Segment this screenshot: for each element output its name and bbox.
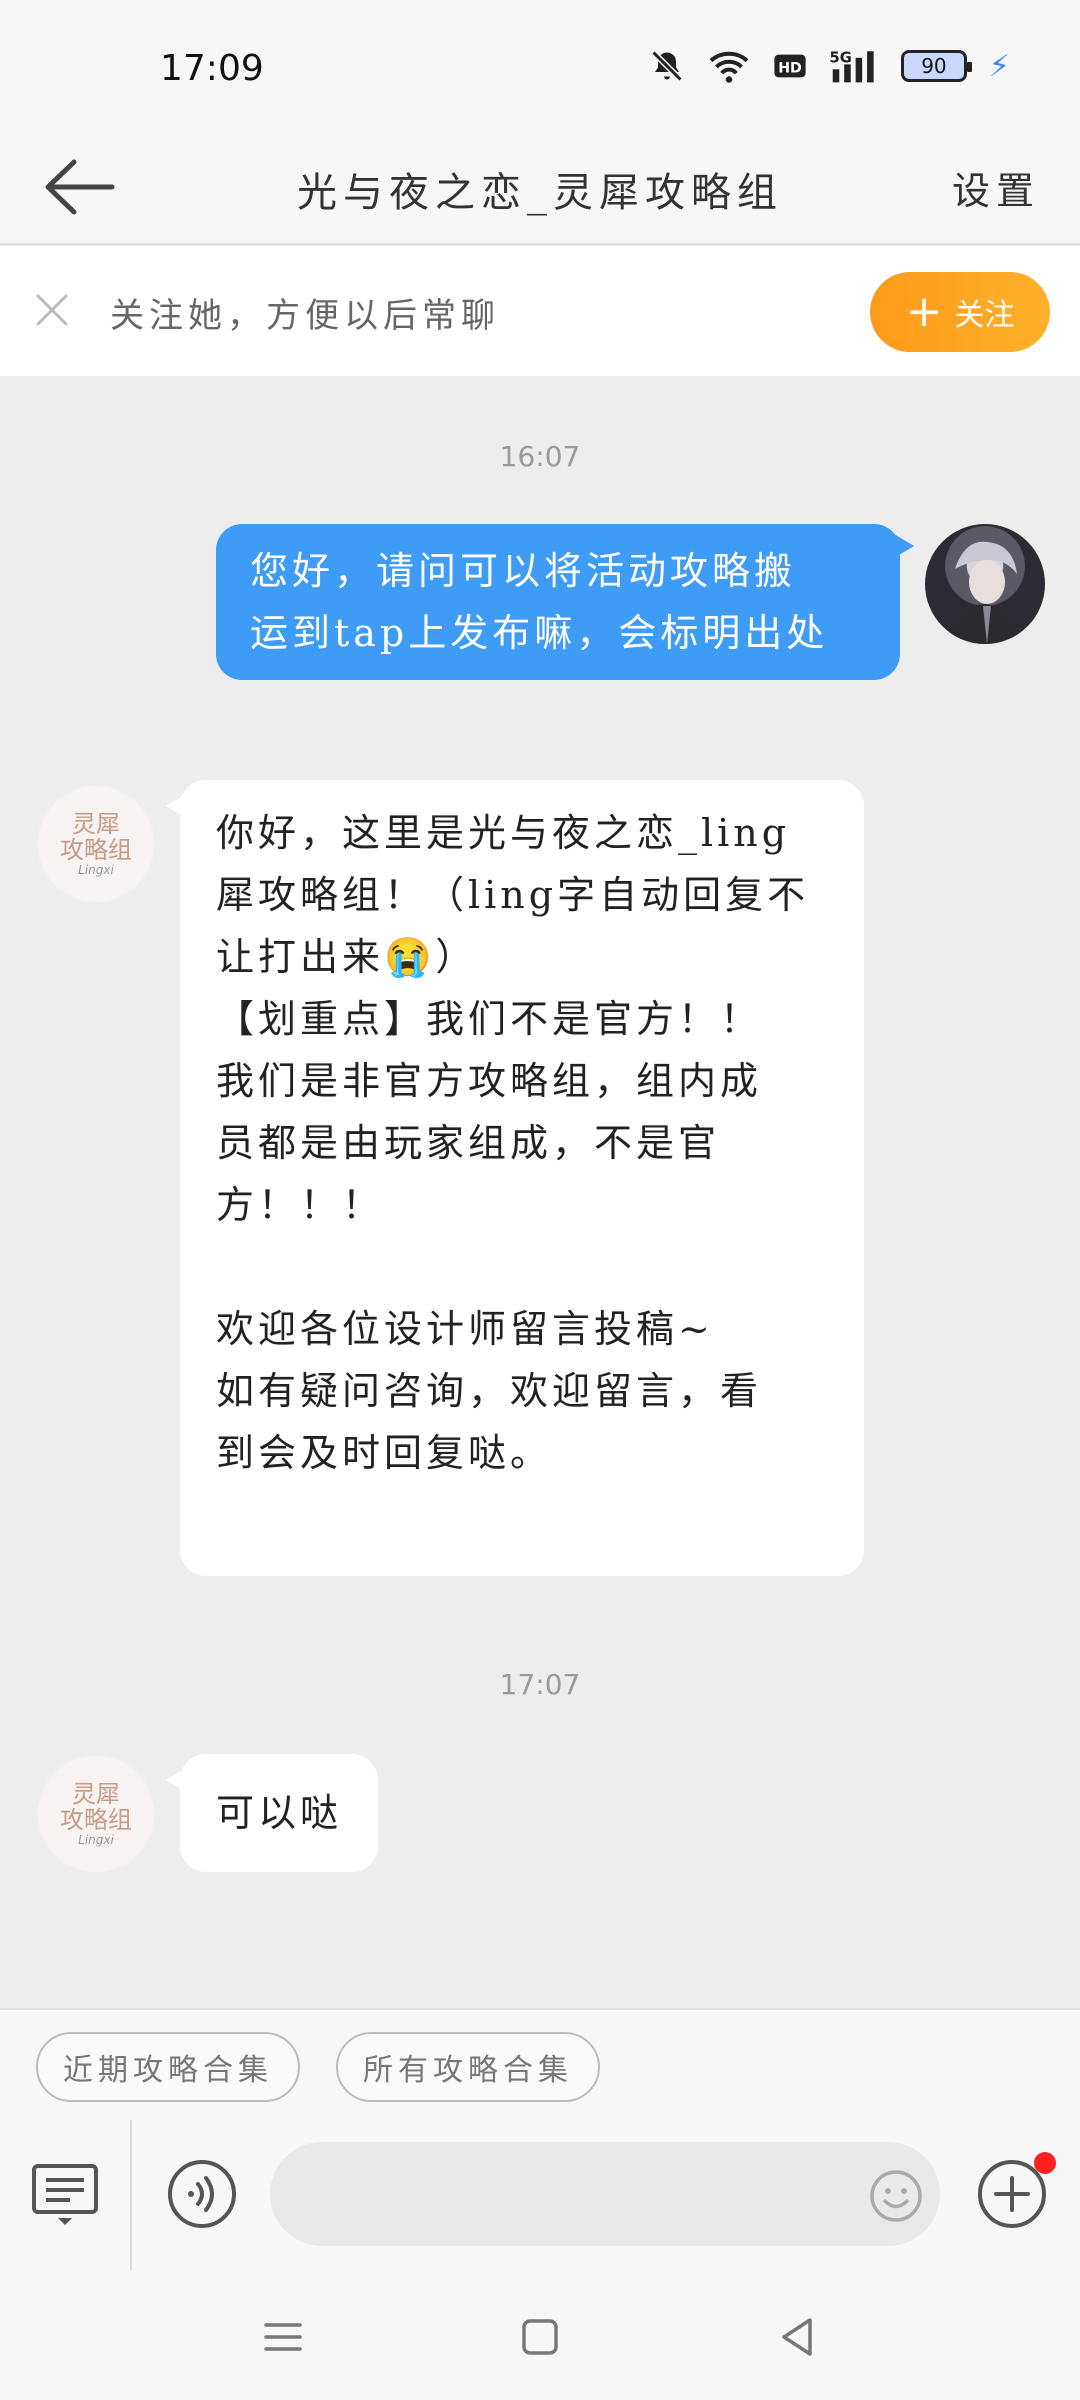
notification-dot bbox=[1034, 2152, 1056, 2174]
timestamp: 16:07 bbox=[499, 440, 581, 473]
voice-icon[interactable] bbox=[166, 2158, 238, 2230]
wifi-icon bbox=[709, 51, 749, 83]
close-icon[interactable] bbox=[32, 290, 72, 330]
menu-keyboard-icon[interactable] bbox=[30, 2160, 100, 2230]
group-avatar-line1: 灵犀 bbox=[72, 809, 120, 838]
quick-reply-recent[interactable]: 近期攻略合集 bbox=[36, 2032, 300, 2102]
svg-text:HD: HD bbox=[778, 60, 802, 76]
status-bar: 17:09 HD 5G 90 ⚡ bbox=[0, 0, 1080, 130]
chat-title: 光与夜之恋_灵犀攻略组 bbox=[297, 170, 783, 216]
divider bbox=[130, 2120, 132, 2270]
group-avatar[interactable]: 灵犀 攻略组 Lingxi bbox=[36, 784, 156, 904]
settings-button[interactable]: 设置 bbox=[952, 160, 1040, 215]
group-avatar[interactable]: 灵犀 攻略组 Lingxi bbox=[36, 1754, 156, 1874]
group-avatar-line1: 灵犀 bbox=[72, 1779, 120, 1808]
follow-prompt-text: 关注她，方便以后常聊 bbox=[110, 296, 500, 336]
group-avatar-line2: 攻略组 bbox=[60, 836, 132, 864]
menu-icon[interactable] bbox=[258, 2312, 308, 2362]
outgoing-message-bubble[interactable]: 您好，请问可以将活动攻略搬 运到tap上发布嘛，会标明出处 bbox=[216, 524, 914, 680]
quick-reply-all[interactable]: 所有攻略合集 bbox=[336, 2032, 600, 2102]
signal-5g-icon: 5G bbox=[829, 50, 874, 83]
home-icon[interactable] bbox=[515, 2312, 565, 2362]
incoming-message-bubble[interactable]: 你好，这里是光与夜之恋_ling 犀攻略组！（ling字自动回复不 让打出来😭）… bbox=[166, 780, 864, 1576]
charging-icon: ⚡ bbox=[988, 48, 1010, 84]
timestamp: 17:07 bbox=[499, 1668, 581, 1701]
group-avatar-line3: Lingxi bbox=[78, 863, 114, 878]
incoming-message-bubble[interactable]: 可以哒 bbox=[166, 1754, 378, 1872]
plus-icon: + bbox=[905, 286, 943, 337]
status-time: 17:09 bbox=[160, 48, 264, 89]
group-avatar-line2: 攻略组 bbox=[60, 1806, 132, 1834]
svg-text:5G: 5G bbox=[829, 50, 851, 67]
system-nav-bar bbox=[0, 2270, 1080, 2400]
follow-banner: 关注她，方便以后常聊 + 关注 bbox=[0, 246, 1080, 376]
emoji-icon[interactable] bbox=[868, 2168, 924, 2224]
input-bar bbox=[0, 2120, 1080, 2270]
follow-button[interactable]: + 关注 bbox=[870, 272, 1050, 352]
back-icon[interactable] bbox=[772, 2312, 822, 2362]
message-input[interactable] bbox=[270, 2142, 940, 2246]
mute-icon bbox=[651, 50, 683, 82]
title-bar: 光与夜之恋_灵犀攻略组 设置 bbox=[0, 130, 1080, 245]
chat-area[interactable]: 16:07 您好，请问可以将活动攻略搬 运到tap上发布嘛，会标明出处 灵犀 攻… bbox=[0, 376, 1080, 2008]
quick-reply-bar: 近期攻略合集 所有攻略合集 bbox=[0, 2008, 1080, 2120]
battery-indicator: 90 bbox=[900, 50, 972, 82]
follow-button-label: 关注 bbox=[954, 298, 1015, 333]
hd-icon: HD bbox=[774, 54, 806, 78]
user-avatar-image bbox=[945, 541, 1025, 644]
status-icons: HD 5G 90 ⚡ bbox=[649, 48, 1010, 84]
user-avatar[interactable] bbox=[925, 524, 1045, 644]
group-avatar-line3: Lingxi bbox=[78, 1833, 114, 1848]
